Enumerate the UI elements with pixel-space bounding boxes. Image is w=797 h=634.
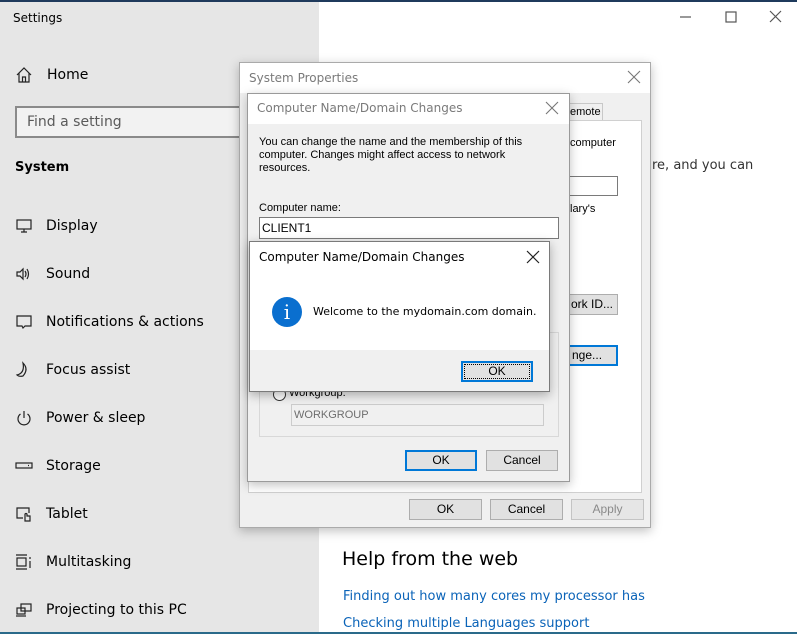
sidebar-item-projecting[interactable]: Projecting to this PC	[15, 598, 187, 622]
sidebar-item-tablet[interactable]: Tablet	[15, 502, 88, 526]
workgroup-input[interactable]: WORKGROUP	[291, 404, 544, 426]
maximize-icon	[725, 11, 737, 23]
info-icon: i	[272, 297, 302, 327]
sidebar-item-display[interactable]: Display	[15, 214, 98, 238]
sidebar-item-label: Display	[46, 218, 98, 234]
titlebar: Computer Name/Domain Changes	[248, 94, 569, 124]
close-button[interactable]	[544, 100, 560, 116]
minimize-icon	[680, 16, 691, 18]
search-input[interactable]: Find a setting	[15, 106, 255, 138]
dialog-title: System Properties	[249, 71, 359, 85]
notification-icon	[15, 313, 33, 331]
close-icon	[526, 250, 540, 264]
sidebar-item-multitasking[interactable]: Multitasking	[15, 550, 131, 574]
storage-icon	[15, 457, 33, 475]
projecting-icon	[15, 601, 33, 619]
sidebar-item-power-sleep[interactable]: Power & sleep	[15, 406, 145, 430]
tab-remote[interactable]: emote	[565, 103, 603, 121]
tablet-icon	[15, 505, 33, 523]
ok-button[interactable]: OK	[409, 499, 482, 520]
section-title: System	[15, 160, 70, 175]
cancel-button[interactable]: Cancel	[490, 499, 563, 520]
help-link[interactable]: Finding out how many cores my processor …	[343, 589, 645, 604]
cancel-button[interactable]: Cancel	[486, 450, 558, 471]
moon-icon	[15, 361, 33, 379]
monitor-icon	[15, 217, 33, 235]
minimize-button[interactable]	[676, 8, 696, 26]
close-window-button[interactable]	[766, 8, 786, 26]
close-button[interactable]	[626, 69, 642, 85]
titlebar: System Properties	[240, 63, 650, 93]
dialog-title: Computer Name/Domain Changes	[257, 101, 463, 115]
computer-name-input[interactable]: CLIENT1	[259, 217, 559, 239]
help-title: Help from the web	[342, 548, 519, 570]
home-icon	[15, 66, 35, 84]
sidebar-item-focus-assist[interactable]: Focus assist	[15, 358, 130, 382]
sidebar-item-label: Multitasking	[46, 554, 132, 570]
multitasking-icon	[15, 553, 33, 571]
sidebar-item-label: Tablet	[46, 506, 88, 522]
ok-button[interactable]: OK	[405, 450, 477, 471]
partial-text: lary's	[570, 203, 596, 215]
sidebar-item-label: Projecting to this PC	[46, 602, 187, 618]
background-text: re, and you can	[652, 158, 754, 173]
sidebar-item-sound[interactable]: Sound	[15, 262, 90, 286]
sidebar-item-label: Power & sleep	[46, 410, 146, 426]
app-title: Settings	[13, 11, 63, 25]
computer-name-label: Computer name:	[259, 202, 341, 214]
close-icon	[769, 10, 782, 23]
close-icon	[627, 70, 641, 84]
close-button[interactable]	[526, 249, 540, 264]
sidebar-item-storage[interactable]: Storage	[15, 454, 101, 478]
sidebar-home[interactable]: Home	[15, 66, 88, 84]
partial-text: computer	[570, 137, 616, 149]
home-label: Home	[47, 67, 89, 83]
dialog-title: Computer Name/Domain Changes	[259, 250, 465, 264]
ok-button[interactable]: OK	[461, 361, 533, 382]
help-link[interactable]: Checking multiple Languages support	[343, 616, 589, 631]
sidebar-item-label: Storage	[46, 458, 101, 474]
sidebar-item-label: Notifications & actions	[46, 314, 204, 330]
speaker-icon	[15, 265, 33, 283]
welcome-message-box: Computer Name/Domain Changes i Welcome t…	[249, 241, 550, 392]
apply-button[interactable]: Apply	[571, 499, 644, 520]
description: You can change the name and the membersh…	[259, 136, 523, 174]
sidebar-item-label: Focus assist	[46, 362, 131, 378]
message-text: Welcome to the mydomain.com domain.	[313, 305, 537, 318]
power-icon	[15, 409, 33, 427]
sidebar-item-label: Sound	[46, 266, 91, 282]
sidebar-item-notifications[interactable]: Notifications & actions	[15, 310, 204, 334]
maximize-button[interactable]	[721, 8, 741, 26]
close-icon	[545, 101, 559, 115]
